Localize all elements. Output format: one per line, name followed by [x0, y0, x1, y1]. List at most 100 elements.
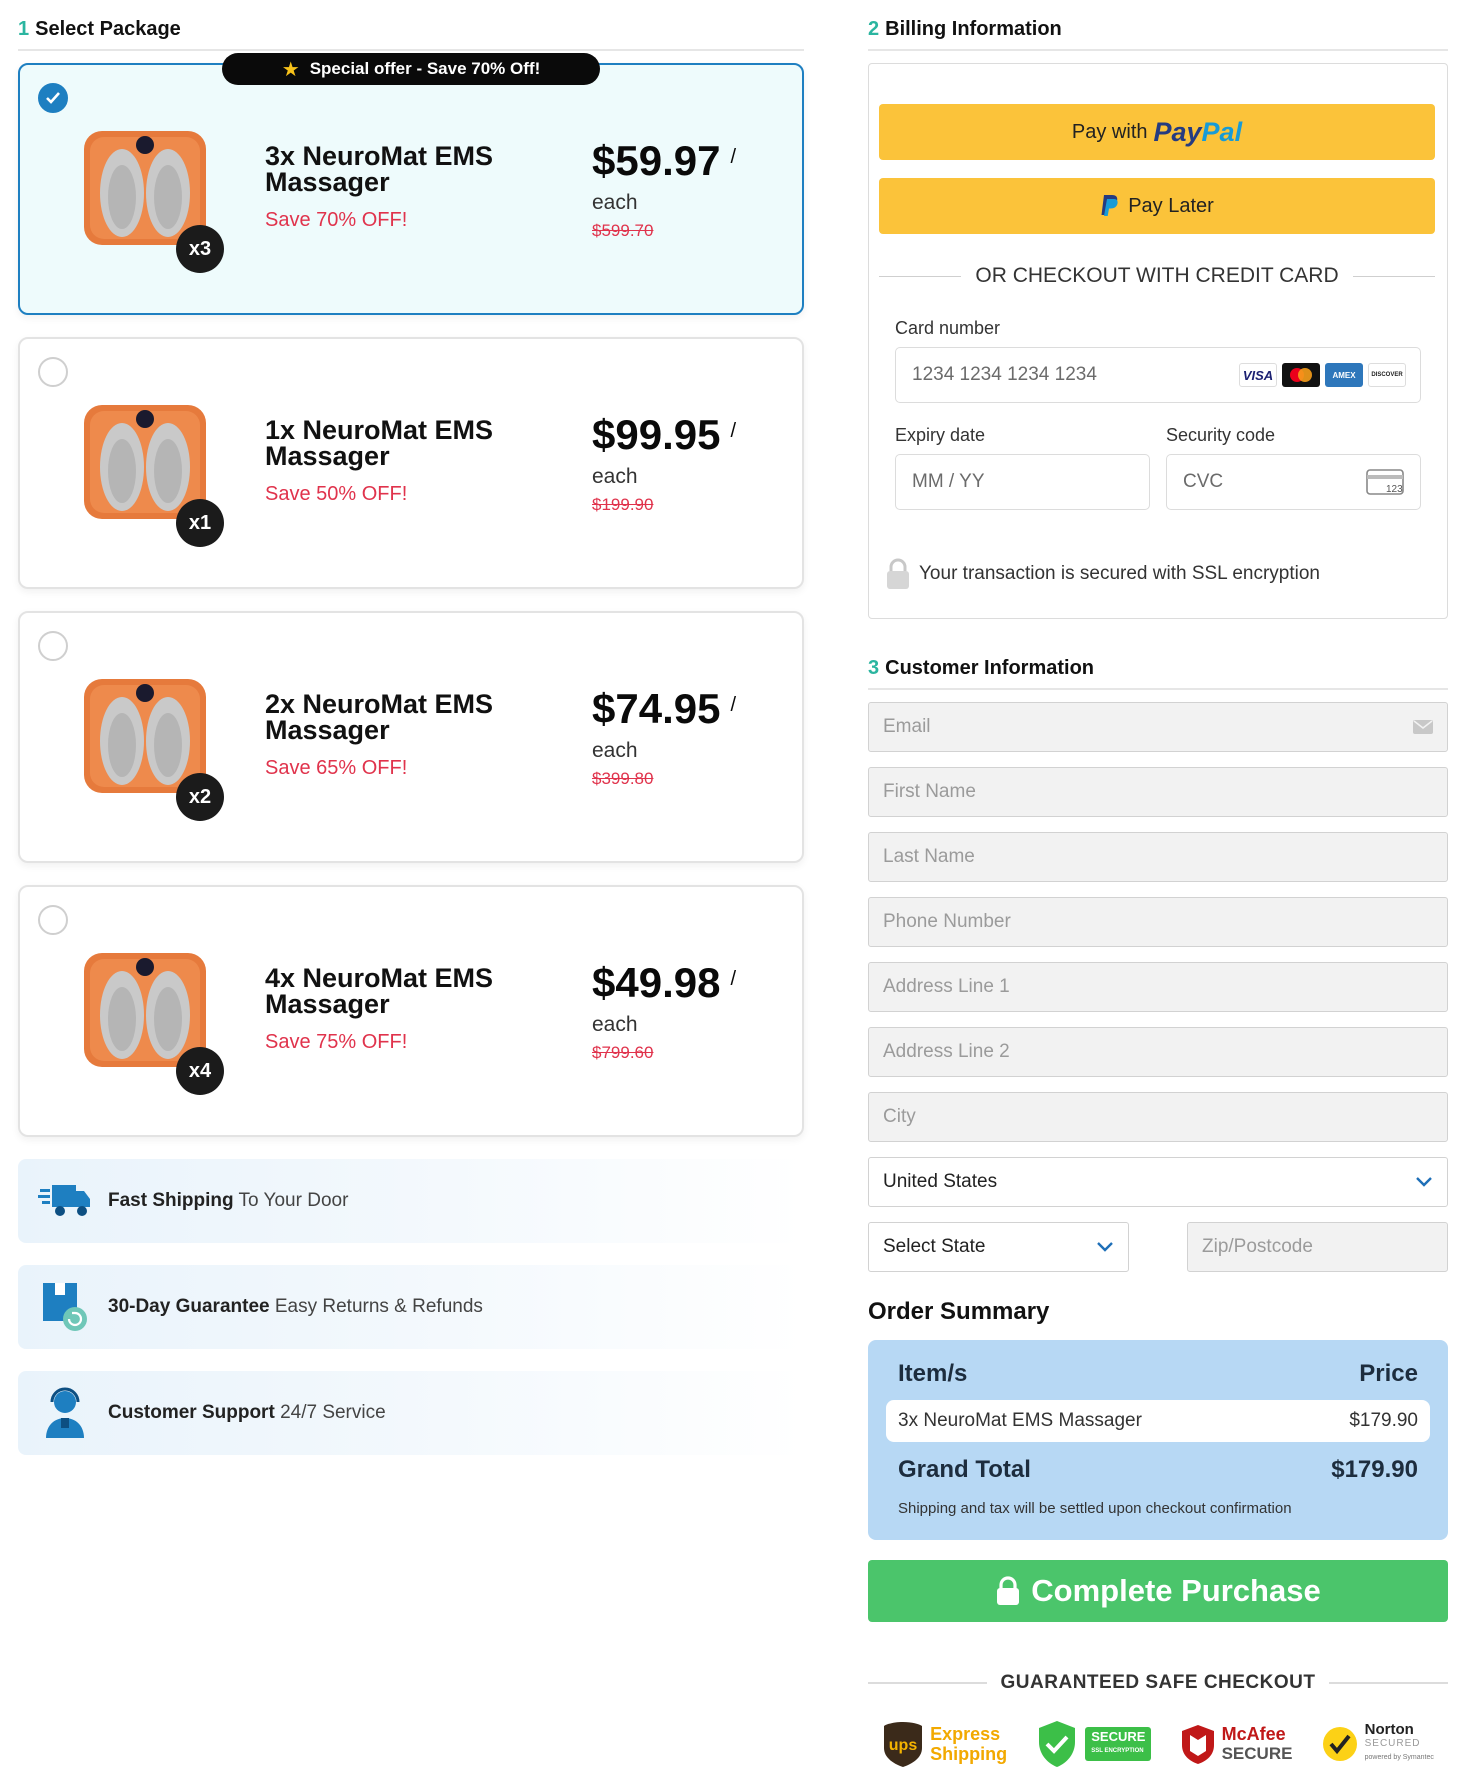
chevron-down-icon [1097, 1242, 1113, 1252]
benefit-text: 30-Day Guarantee Easy Returns & Refunds [108, 1296, 483, 1318]
package-radio[interactable] [38, 357, 68, 387]
package-savings: Save 50% OFF! [265, 483, 408, 505]
cvc-hint: 123 [1386, 484, 1403, 495]
package-radio[interactable] [38, 905, 68, 935]
order-summary-title: Order Summary [868, 1298, 1050, 1325]
package-option[interactable]: x4 4x NeuroMat EMS Massager Save 75% OFF… [18, 885, 804, 1137]
ups-text-1: Express [930, 1724, 1001, 1744]
pay-with-label: Pay with [1071, 120, 1148, 143]
norton-text-1: Norton [1364, 1721, 1414, 1738]
discover-icon: DISCOVER [1368, 363, 1406, 387]
state-value: Select State [883, 1236, 986, 1257]
ups-logo-text: ups [889, 1737, 918, 1754]
complete-purchase-button[interactable]: Complete Purchase [868, 1560, 1448, 1622]
cvc-card-icon: 123 [1366, 469, 1404, 495]
package-name: 2x NeuroMat EMS Massager [265, 689, 494, 745]
benefit-text: Customer Support 24/7 Service [108, 1402, 386, 1424]
phone-field[interactable]: Phone Number [868, 897, 1448, 947]
norton-text-2: SECURED [1364, 1738, 1421, 1749]
expiry-input[interactable]: MM / YY [895, 454, 1150, 510]
ups-shield-icon: ups [884, 1722, 923, 1767]
original-price: $199.90 [592, 495, 654, 514]
original-price: $399.80 [592, 769, 654, 788]
address-line-1-field[interactable]: Address Line 1 [868, 962, 1448, 1012]
billing-box: Pay with PayPal Pay Later OR CHECKOUT WI… [868, 63, 1448, 619]
secure-text: SECURE [1091, 1729, 1146, 1744]
norton-check-icon [1322, 1727, 1357, 1761]
safe-checkout-text: GUARANTEED SAFE CHECKOUT [1000, 1672, 1316, 1693]
benefit-row: Fast Shipping To Your Door [18, 1159, 804, 1243]
original-price: $599.70 [592, 221, 654, 240]
summary-line-item: 3x NeuroMat EMS Massager $179.90 [886, 1400, 1430, 1442]
special-offer-badge: ★ Special offer - Save 70% Off! [222, 53, 600, 85]
original-price: $799.60 [592, 1043, 654, 1062]
grand-total-row: Grand Total $179.90 [886, 1456, 1430, 1484]
zip-placeholder: Zip/Postcode [1202, 1236, 1313, 1257]
price-slash: / [730, 146, 737, 168]
address-line-2-field[interactable]: Address Line 2 [868, 1027, 1448, 1077]
benefit-row: Customer Support 24/7 Service [18, 1371, 804, 1455]
paypal-icon [1101, 195, 1118, 216]
paypal-logo: PayPal [1154, 117, 1243, 148]
customer-heading: 3 Customer Information [868, 657, 1448, 690]
quantity-badge: x4 [176, 1047, 224, 1095]
package-name: 3x NeuroMat EMS Massager [265, 141, 494, 197]
trust-badges: ups Express Shipping SECURE SSL ENCRYPTI… [868, 1716, 1448, 1772]
offer-badge-text: Special offer - Save 70% Off! [309, 59, 541, 78]
last-name-field[interactable]: Last Name [868, 832, 1448, 882]
price-row: $99.95 / [592, 411, 772, 459]
package-option[interactable]: ★ Special offer - Save 70% Off! x3 3x Neu… [18, 53, 804, 315]
section-title: Customer Information [885, 657, 1095, 679]
pay-later-label: Pay Later [1128, 194, 1214, 217]
secure-subtext: SSL ENCRYPTION [1091, 1748, 1144, 1754]
select-package-section: 1 Select Package ★ Special offer - Save 7… [18, 18, 804, 1455]
state-select[interactable]: Select State [868, 1222, 1129, 1272]
billing-heading: 2 Billing Information [868, 18, 1448, 51]
benefit-row: 30-Day Guarantee Easy Returns & Refunds [18, 1265, 804, 1349]
last-name-placeholder: Last Name [883, 846, 975, 867]
price-block: $99.95 / each $199.90 [592, 411, 772, 515]
package-option[interactable]: x2 2x NeuroMat EMS Massager Save 65% OFF… [18, 611, 804, 863]
chevron-down-icon [1416, 1177, 1432, 1187]
package-radio[interactable] [38, 631, 68, 661]
first-name-field[interactable]: First Name [868, 767, 1448, 817]
pay-later-button[interactable]: Pay Later [879, 178, 1435, 234]
package-radio[interactable] [38, 83, 68, 113]
return-box-icon [36, 1278, 94, 1336]
package-price: $74.95 [592, 685, 721, 732]
expiry-label: Expiry date [895, 425, 986, 445]
cvc-input[interactable]: CVC 123 [1166, 454, 1421, 510]
price-unit: each [592, 465, 638, 488]
line-item-price: $179.90 [1349, 1410, 1418, 1431]
package-price: $99.95 [592, 411, 721, 458]
paypal-button[interactable]: Pay with PayPal [879, 104, 1435, 160]
country-select[interactable]: United States [868, 1157, 1448, 1207]
zip-field[interactable]: Zip/Postcode [1187, 1222, 1448, 1272]
package-option[interactable]: x1 1x NeuroMat EMS Massager Save 50% OFF… [18, 337, 804, 589]
benefit-subtitle: Easy Returns & Refunds [274, 1296, 483, 1317]
or-checkout-text: OR CHECKOUT WITH CREDIT CARD [975, 264, 1339, 287]
email-field[interactable]: Email [868, 702, 1448, 752]
benefit-title: Customer Support [108, 1402, 275, 1423]
section-title: Billing Information [885, 18, 1062, 40]
lock-icon [997, 1576, 1020, 1605]
complete-purchase-label: Complete Purchase [1031, 1573, 1321, 1608]
or-divider: OR CHECKOUT WITH CREDIT CARD [879, 264, 1436, 288]
package-savings: Save 70% OFF! [265, 209, 408, 231]
paypal-logo-pay: Pay [1153, 116, 1202, 147]
price-slash: / [730, 694, 737, 716]
ups-express-badge: ups Express Shipping [882, 1720, 1007, 1768]
summary-header: Item/s Price [886, 1360, 1430, 1388]
city-field[interactable]: City [868, 1092, 1448, 1142]
benefit-title: 30-Day Guarantee [108, 1296, 270, 1317]
secure-ssl-badge: SECURE SSL ENCRYPTION [1035, 1719, 1152, 1769]
mastercard-icon [1282, 363, 1320, 387]
visa-icon: VISA [1239, 363, 1277, 387]
price-unit: each [592, 739, 638, 762]
price-block: $49.98 / each $799.60 [592, 959, 772, 1063]
amex-icon: AMEX [1325, 363, 1363, 387]
card-number-input[interactable]: 1234 1234 1234 1234 VISA AMEX DISCOVER [895, 347, 1421, 403]
price-row: $74.95 / [592, 685, 772, 733]
package-savings: Save 75% OFF! [265, 1031, 408, 1053]
email-placeholder: Email [883, 716, 931, 737]
